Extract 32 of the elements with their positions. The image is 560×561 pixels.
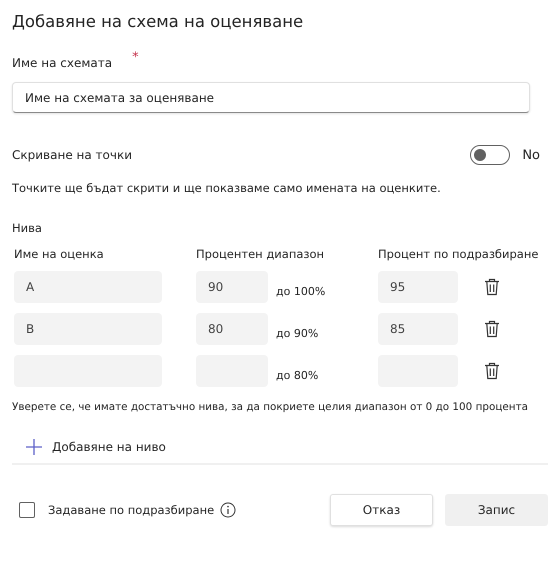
delete-icon[interactable] — [484, 362, 500, 380]
column-header: Име на оценка — [14, 247, 105, 261]
toggle-switch[interactable] — [470, 145, 510, 165]
column-header: Процентен диапазон — [196, 247, 324, 261]
range-from-field[interactable]: 90 — [196, 271, 268, 303]
checkbox-label: Задаване по подразбиране — [48, 503, 214, 517]
info-icon[interactable] — [220, 502, 236, 518]
scheme-name-field[interactable]: Име на схемата за оценяване — [12, 82, 530, 113]
hint-text: Уверете се, че имате достатъчно нива, за да покриете целия диапазон от 0 до 100 процента — [12, 401, 529, 413]
required-asterisk: * — [132, 50, 139, 65]
delete-icon[interactable] — [484, 320, 500, 338]
toggle-label: Скриване на точки — [12, 148, 132, 162]
dialog-button[interactable]: Запис — [445, 494, 548, 526]
range-from-field[interactable]: 80 — [196, 313, 268, 345]
description-text: Точките ще бъдат скрити и ще показваме само имената на оценките. — [12, 181, 442, 195]
toggle-state: No — [522, 148, 540, 162]
dialog-button[interactable]: Отказ — [330, 494, 433, 526]
section-label: Нива — [12, 221, 43, 235]
grade-name-field[interactable]: A — [14, 271, 162, 303]
plus-icon — [26, 439, 42, 455]
checkbox[interactable] — [19, 502, 35, 518]
default-percent-field[interactable]: 85 — [378, 313, 458, 345]
add-level-button[interactable]: Добавяне на ниво — [26, 439, 166, 455]
range-to-text: до 100% — [276, 284, 326, 298]
delete-icon[interactable] — [484, 278, 500, 296]
default-percent-field[interactable]: 95 — [378, 271, 458, 303]
column-header: Процент по подразбиране — [378, 247, 538, 261]
range-to-text: до 90% — [276, 326, 320, 340]
range-to-text: до 80% — [276, 368, 320, 382]
dialog-title: Добавяне на схема на оценяване — [12, 11, 304, 33]
field-label: Име на схемата — [12, 56, 112, 70]
grade-name-field[interactable]: B — [14, 313, 162, 345]
